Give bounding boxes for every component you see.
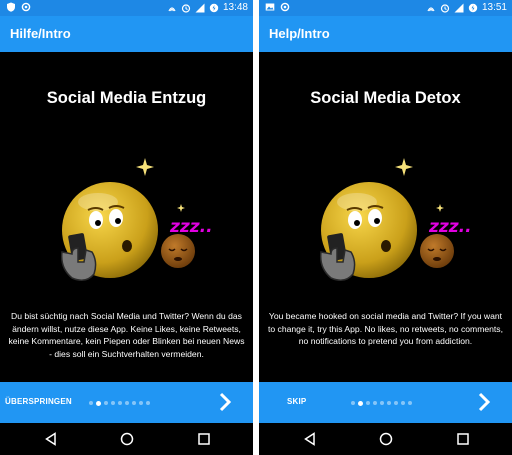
page-dot — [111, 401, 115, 405]
page-title: Hilfe/Intro — [10, 26, 71, 41]
home-icon[interactable] — [379, 432, 393, 446]
star-icon — [395, 158, 413, 176]
slide-description: You became hooked on social media and Tw… — [267, 311, 503, 346]
app-bar: Hilfe/Intro — [0, 16, 253, 52]
intro-footer: ÜBERSPRINGEN — [0, 382, 253, 423]
page-dot — [104, 401, 108, 405]
moon-icon — [163, 160, 187, 192]
page-indicator — [351, 400, 412, 406]
back-icon[interactable] — [44, 432, 58, 446]
home-icon[interactable] — [120, 432, 134, 446]
back-icon[interactable] — [303, 432, 317, 446]
status-time: 13:48 — [222, 2, 248, 13]
image-icon — [265, 3, 275, 11]
page-dot — [380, 401, 384, 405]
phone-screen-english: 13:51 Help/Intro Social Media Detox zzz.… — [259, 0, 512, 455]
star-icon — [136, 158, 154, 176]
hand-icon — [60, 247, 97, 281]
recents-icon[interactable] — [456, 432, 470, 446]
page-dot — [401, 401, 405, 405]
page-dot — [89, 401, 93, 405]
page-dot — [125, 401, 129, 405]
nfc-icon — [427, 6, 435, 11]
skip-button[interactable]: ÜBERSPRINGEN — [5, 397, 72, 406]
slide-description: Du bist süchtig nach Social Media und Tw… — [8, 311, 245, 359]
circle-icon — [21, 2, 31, 12]
page-dot-active — [96, 400, 101, 406]
sleeping-emoji-illustration: zzz.. — [60, 158, 213, 281]
alarm-icon — [440, 3, 450, 13]
status-bar: 13:51 — [259, 0, 512, 16]
nfc-icon — [168, 6, 176, 11]
skip-button[interactable]: SKIP — [287, 397, 306, 406]
shield-icon — [7, 2, 15, 12]
system-navbar — [0, 423, 253, 455]
page-dot — [351, 401, 355, 405]
sleeping-emoji-illustration: zzz.. — [319, 158, 472, 281]
slide-title: Social Media Entzug — [46, 89, 207, 107]
page-dot-active — [358, 400, 363, 406]
slide-title: Social Media Detox — [310, 89, 461, 107]
page-indicator — [89, 400, 150, 406]
status-time: 13:51 — [481, 2, 507, 13]
battery-icon — [468, 3, 478, 12]
page-dot — [132, 401, 136, 405]
next-chevron-icon[interactable] — [215, 392, 235, 412]
phone-screen-german: 13:48 Hilfe/Intro Social Media Entzug zz… — [0, 0, 253, 455]
page-dot — [394, 401, 398, 405]
next-chevron-icon[interactable] — [474, 392, 494, 412]
page-title: Help/Intro — [269, 26, 330, 41]
status-bar: 13:48 — [0, 0, 253, 16]
signal-icon — [195, 3, 205, 12]
page-dot — [387, 401, 391, 405]
page-dot — [118, 401, 122, 405]
hand-icon — [319, 247, 356, 281]
intro-footer: SKIP — [259, 382, 512, 423]
intro-slide: Social Media Detox zzz.. You became hook… — [259, 52, 512, 382]
app-bar: Help/Intro — [259, 16, 512, 52]
zzz-text: zzz.. — [428, 217, 472, 237]
alarm-icon — [181, 3, 191, 13]
intro-slide: Social Media Entzug zzz.. Du bist süchti… — [0, 52, 253, 382]
circle-icon — [280, 2, 290, 12]
page-dot — [373, 401, 377, 405]
battery-icon — [209, 3, 219, 12]
system-navbar — [259, 423, 512, 455]
page-dot — [139, 401, 143, 405]
page-dot — [366, 401, 370, 405]
signal-icon — [454, 3, 464, 12]
page-dot — [408, 401, 412, 405]
page-dot — [146, 401, 150, 405]
moon-icon — [422, 160, 446, 192]
zzz-text: zzz.. — [169, 217, 213, 237]
recents-icon[interactable] — [197, 432, 211, 446]
